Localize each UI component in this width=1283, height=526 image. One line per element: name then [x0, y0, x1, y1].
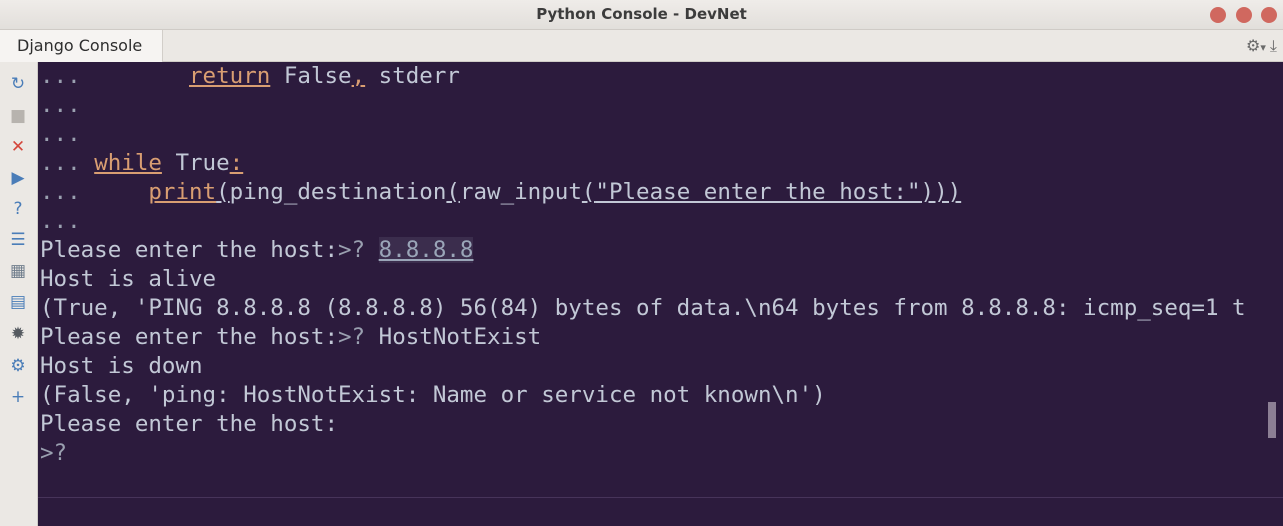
- chevron-down-icon[interactable]: ▾: [1260, 41, 1266, 54]
- maximize-button[interactable]: [1236, 7, 1252, 23]
- console-line: ...: [40, 91, 81, 120]
- console-output[interactable]: ... return False, stderr ... ... ... whi…: [38, 62, 1283, 526]
- settings-list-icon[interactable]: ☰: [6, 228, 30, 252]
- minimize-button[interactable]: [1210, 7, 1226, 23]
- continuation-prompt: ...: [40, 179, 81, 205]
- continuation-prompt: ...: [40, 63, 81, 89]
- code-punct: ,: [351, 63, 366, 89]
- console-line: ... return False, stderr: [40, 62, 460, 91]
- code-punct: (: [216, 179, 230, 205]
- console-line: Host is alive: [40, 266, 217, 292]
- console-line: ...: [40, 120, 81, 149]
- history-icon[interactable]: ▤: [6, 290, 30, 314]
- run-icon[interactable]: ▶: [6, 166, 30, 190]
- title-bar: Python Console - DevNet: [0, 0, 1283, 30]
- console-line: (True, 'PING 8.8.8.8 (8.8.8.8) 56(84) by…: [40, 295, 1246, 321]
- code-text: stderr: [365, 63, 460, 89]
- close-icon[interactable]: ✕: [6, 135, 30, 159]
- string-literal: "Please enter the host:": [595, 179, 921, 205]
- console-line: ... while True:: [40, 149, 243, 178]
- user-input: HostNotExist: [365, 324, 542, 350]
- add-icon[interactable]: +: [6, 385, 30, 409]
- console-toolbar: ↻ ■ ✕ ▶? ☰ ▦ ▤ ✹ ⚙ +: [0, 62, 38, 526]
- continuation-prompt: ...: [40, 208, 81, 234]
- console-input-prompt[interactable]: >?: [40, 439, 67, 468]
- user-input: 8.8.8.8: [378, 237, 474, 263]
- continuation-prompt: ...: [40, 121, 81, 147]
- code-punct: :: [229, 150, 244, 176]
- console-line: ... print(ping_destination(raw_input("Pl…: [40, 178, 961, 207]
- window-close-button[interactable]: [1261, 7, 1277, 23]
- builtin: print: [148, 179, 217, 205]
- tab-bar: Django Console ⚙▾ ⤓: [0, 30, 1283, 62]
- code-text: raw_input: [459, 179, 582, 205]
- divider: [38, 497, 1283, 498]
- continuation-prompt: ...: [40, 150, 81, 176]
- code-punct: (: [446, 179, 460, 205]
- console-line: Please enter the host:: [40, 411, 339, 437]
- console-line: ...: [40, 207, 81, 236]
- rerun-icon[interactable]: ↻: [6, 72, 30, 96]
- code-punct: ))): [920, 179, 962, 205]
- console-line: (False, 'ping: HostNotExist: Name or ser…: [40, 382, 826, 408]
- window-title: Python Console - DevNet: [536, 5, 747, 23]
- continuation-prompt: ...: [40, 92, 81, 118]
- pin-icon[interactable]: ⤓: [1270, 36, 1277, 55]
- output-text: Please enter the host:: [40, 324, 339, 350]
- code-text: ping_destination: [229, 179, 447, 205]
- input-prompt: >?: [338, 324, 366, 350]
- debug-icon[interactable]: ✹: [6, 322, 30, 346]
- help-icon[interactable]: ?: [6, 197, 30, 221]
- console-line: Please enter the host:>? 8.8.8.8: [40, 236, 474, 265]
- stop-icon[interactable]: ■: [6, 104, 30, 128]
- variables-icon[interactable]: ▦: [6, 259, 30, 283]
- input-prompt: >?: [338, 237, 366, 263]
- console-line: Host is down: [40, 353, 203, 379]
- keyword: return: [189, 63, 271, 89]
- code-text: True: [161, 150, 230, 176]
- gear-icon[interactable]: ⚙: [6, 354, 30, 378]
- code-text: False: [270, 63, 352, 89]
- console-line: Please enter the host:>? HostNotExist: [40, 323, 541, 352]
- console-scrollbar[interactable]: [1268, 402, 1276, 438]
- tab-tools: ⚙▾ ⤓: [1242, 36, 1277, 56]
- tab-django-console[interactable]: Django Console: [0, 30, 163, 62]
- gear-icon[interactable]: ⚙: [1246, 36, 1260, 55]
- keyword: while: [94, 150, 162, 176]
- output-text: Please enter the host:: [40, 237, 339, 263]
- code-punct: (: [581, 179, 596, 205]
